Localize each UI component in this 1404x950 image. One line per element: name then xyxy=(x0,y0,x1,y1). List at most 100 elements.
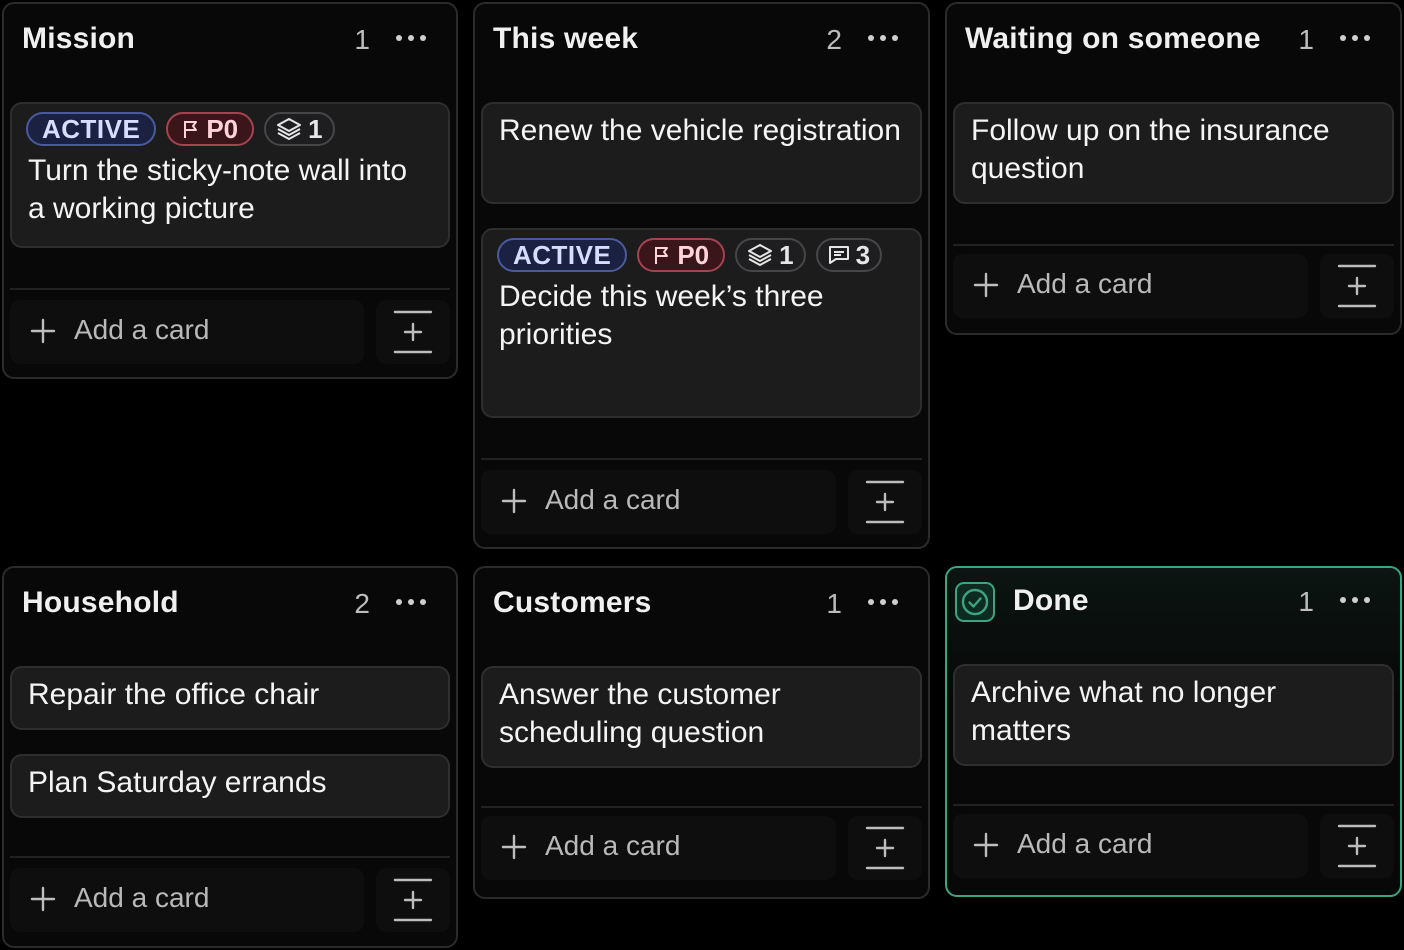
flag-icon xyxy=(184,121,198,138)
card-title: Plan Saturday errands xyxy=(28,766,327,799)
check-circle-icon xyxy=(955,582,995,622)
card-title: Turn the sticky-note wall into a working… xyxy=(28,154,408,225)
add-card-row: Add a card xyxy=(953,254,1394,318)
column-title: Waiting on someone xyxy=(965,22,1261,55)
card[interactable]: Plan Saturday errands xyxy=(10,754,450,818)
column-title: Household xyxy=(22,586,179,619)
column-card-count: 1 xyxy=(826,588,842,619)
more-horizontal-icon[interactable] xyxy=(1338,26,1372,50)
column-household: Household 2 Repair the office chair Plan… xyxy=(2,566,458,948)
more-horizontal-icon[interactable] xyxy=(866,26,900,50)
add-compact-button[interactable] xyxy=(848,470,922,534)
add-card-row: Add a card xyxy=(10,868,450,932)
card-title: Renew the vehicle registration xyxy=(499,114,901,147)
column-card-count: 2 xyxy=(354,588,370,619)
add-card-button[interactable]: Add a card xyxy=(10,868,364,932)
plus-icon xyxy=(973,832,999,858)
card-tags: ACTIVE P0 1 xyxy=(26,112,432,146)
subtask-count: 1 xyxy=(779,239,794,270)
card[interactable]: Answer the customer scheduling question xyxy=(481,666,922,768)
add-compact-icon xyxy=(393,310,433,354)
column-header: Waiting on someone 1 xyxy=(947,4,1400,84)
add-compact-button[interactable] xyxy=(1320,814,1394,878)
more-horizontal-icon[interactable] xyxy=(394,26,428,50)
add-card-label: Add a card xyxy=(545,830,681,861)
column-card-count: 2 xyxy=(826,24,842,55)
add-compact-icon xyxy=(1337,824,1377,868)
add-card-button[interactable]: Add a card xyxy=(481,816,836,880)
divider xyxy=(10,288,450,290)
flag-icon xyxy=(655,247,669,264)
card-title: Follow up on the insurance question xyxy=(971,114,1330,185)
card-title: Archive what no longer matters xyxy=(971,676,1277,747)
divider xyxy=(481,806,922,808)
add-card-row: Add a card xyxy=(481,816,922,880)
add-card-row: Add a card xyxy=(481,470,922,534)
divider xyxy=(953,244,1394,246)
add-compact-icon xyxy=(865,480,905,524)
priority-badge: P0 xyxy=(637,238,726,272)
add-card-button[interactable]: Add a card xyxy=(953,254,1308,318)
more-horizontal-icon[interactable] xyxy=(866,590,900,614)
card[interactable]: Archive what no longer matters xyxy=(953,664,1394,766)
column-header: Done 1 xyxy=(947,568,1400,648)
column-waiting-on-someone: Waiting on someone 1 Follow up on the in… xyxy=(945,2,1402,335)
comment-badge: 3 xyxy=(815,238,883,272)
plus-icon xyxy=(501,834,527,860)
add-compact-button[interactable] xyxy=(376,300,450,364)
card[interactable]: ACTIVE P0 1 3 Decide this week’s three p… xyxy=(481,228,922,418)
add-card-row: Add a card xyxy=(10,300,450,364)
divider xyxy=(481,458,922,460)
add-compact-icon xyxy=(865,826,905,870)
divider xyxy=(953,804,1394,806)
column-title: Done xyxy=(1013,584,1089,617)
plus-icon xyxy=(973,272,999,298)
card[interactable]: ACTIVE P0 1 Turn the sticky-note wall in… xyxy=(10,102,450,248)
add-card-label: Add a card xyxy=(545,484,681,515)
card[interactable]: Renew the vehicle registration xyxy=(481,102,922,204)
column-card-count: 1 xyxy=(354,24,370,55)
status-badge: ACTIVE xyxy=(497,238,628,272)
add-compact-button[interactable] xyxy=(376,868,450,932)
column-card-count: 1 xyxy=(1298,586,1314,617)
add-card-button[interactable]: Add a card xyxy=(10,300,364,364)
column-title: Customers xyxy=(493,586,652,619)
column-title: Mission xyxy=(22,22,136,55)
priority-badge: P0 xyxy=(166,112,255,146)
subtask-badge: 1 xyxy=(264,112,335,146)
column-done: Done 1 Archive what no longer matters Ad… xyxy=(945,566,1402,897)
priority-label: P0 xyxy=(677,239,710,270)
plus-icon xyxy=(30,318,56,344)
more-horizontal-icon[interactable] xyxy=(1338,588,1372,612)
column-header: Customers 1 xyxy=(475,568,928,648)
add-compact-button[interactable] xyxy=(1320,254,1394,318)
add-card-label: Add a card xyxy=(74,882,210,913)
subtask-count: 1 xyxy=(308,113,323,144)
add-compact-button[interactable] xyxy=(848,816,922,880)
column-header: This week 2 xyxy=(475,4,928,84)
layers-icon xyxy=(748,244,773,266)
add-card-button[interactable]: Add a card xyxy=(953,814,1308,878)
plus-icon xyxy=(30,886,56,912)
add-card-button[interactable]: Add a card xyxy=(481,470,836,534)
layers-icon xyxy=(277,118,302,140)
add-card-label: Add a card xyxy=(1017,268,1153,299)
comment-icon xyxy=(828,246,849,264)
plus-icon xyxy=(501,488,527,514)
column-card-count: 1 xyxy=(1298,24,1314,55)
add-card-label: Add a card xyxy=(74,314,210,345)
more-horizontal-icon[interactable] xyxy=(394,590,428,614)
card-tags: ACTIVE P0 1 3 xyxy=(497,238,904,272)
card-title: Answer the customer scheduling question xyxy=(499,678,781,749)
priority-label: P0 xyxy=(206,113,239,144)
card-title: Decide this week’s three priorities xyxy=(499,280,824,351)
add-card-row: Add a card xyxy=(953,814,1394,878)
card[interactable]: Repair the office chair xyxy=(10,666,450,730)
card[interactable]: Follow up on the insurance question xyxy=(953,102,1394,204)
add-compact-icon xyxy=(1337,264,1377,308)
subtask-badge: 1 xyxy=(735,238,806,272)
card-title: Repair the office chair xyxy=(28,678,320,711)
column-header: Mission 1 xyxy=(4,4,456,84)
column-mission: Mission 1 ACTIVE P0 1 Turn the sticky-no… xyxy=(2,2,458,379)
divider xyxy=(10,856,450,858)
